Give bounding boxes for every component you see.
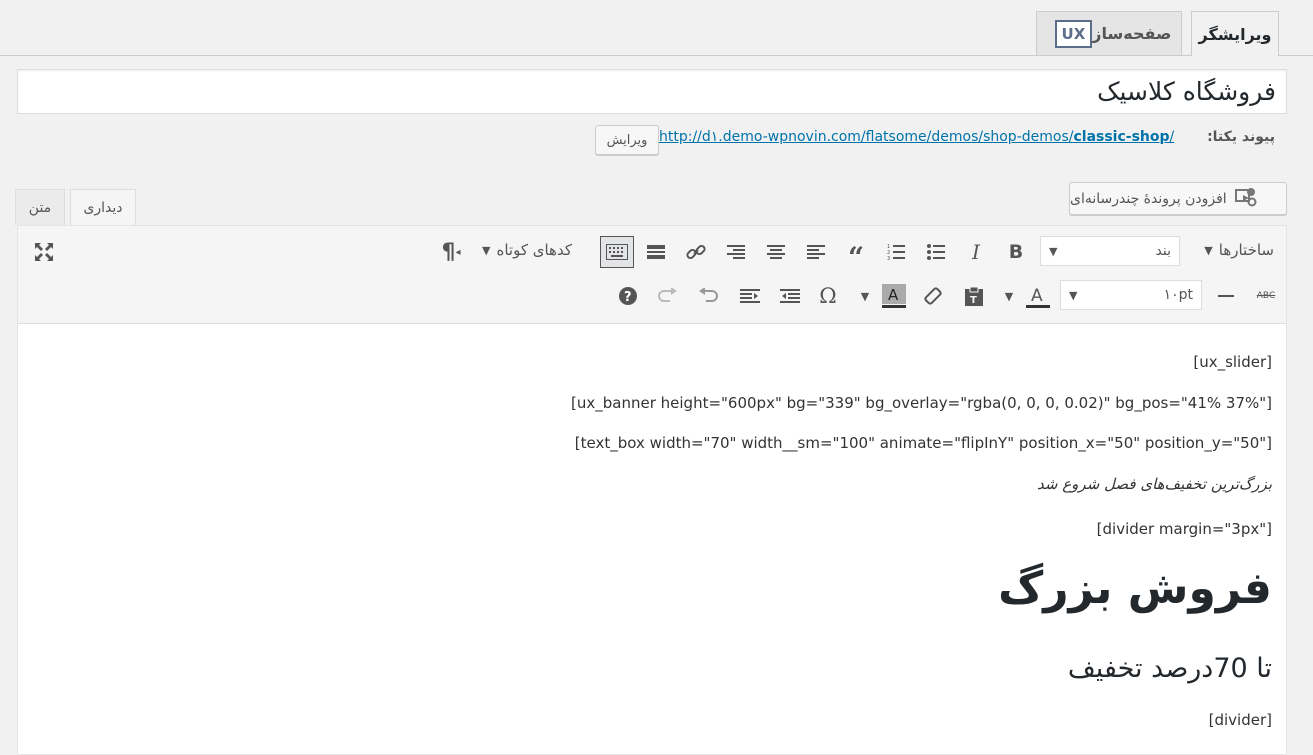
editor-content[interactable]: [ux_slider] [ux_banner height="600px" bg… [18, 323, 1286, 754]
blockquote-icon[interactable]: “ [842, 238, 870, 274]
content-line-textbox: [text_box width="70" width__sm="100" ani… [574, 434, 1272, 452]
formats-label: ساختارها [1218, 241, 1274, 259]
paste-text-icon[interactable]: T [960, 282, 988, 310]
font-size-value: ۱۰pt [1163, 287, 1193, 303]
svg-text:A: A [888, 286, 899, 304]
svg-text:T: T [970, 295, 977, 306]
align-right-icon[interactable] [722, 238, 750, 266]
shortcodes-dropdown[interactable]: کدهای کوتاه ▼ [482, 241, 572, 259]
ux-logo-icon: UX [1054, 19, 1093, 48]
permalink-suffix: / [1169, 129, 1175, 145]
chevron-down-icon: ▼ [1049, 244, 1058, 258]
content-line-divider-margin: [divider margin="3px"] [1096, 520, 1272, 538]
editor-toolbar: ساختارها ▼ بند ▼ B I 123 “ کدهای کوتاه ▼… [18, 226, 1286, 324]
permalink-link[interactable]: http://d۱.demo-wpnovin.com/flatsome/demo… [659, 129, 1174, 145]
align-left-icon[interactable] [802, 238, 830, 266]
bold-icon[interactable]: B [1002, 238, 1030, 266]
formats-dropdown[interactable]: ساختارها ▼ [1204, 241, 1274, 259]
svg-text:A: A [1031, 286, 1043, 306]
background-color-dropdown[interactable]: ▼ [858, 282, 872, 310]
horizontal-line-icon[interactable] [1212, 282, 1240, 310]
undo-icon[interactable] [694, 282, 722, 310]
numbered-list-icon[interactable]: 123 [882, 238, 910, 266]
content-line-divider: [divider] [1208, 711, 1272, 729]
shortcodes-label: کدهای کوتاه [496, 241, 572, 259]
paragraph-select[interactable]: بند ▼ [1040, 236, 1180, 266]
read-more-icon[interactable] [642, 238, 670, 266]
add-media-label: افزودن پروندهٔ چندرسانه‌ای [1070, 190, 1227, 207]
editor-tab-label: ویرایشگر [1198, 24, 1272, 44]
editor: ساختارها ▼ بند ▼ B I 123 “ کدهای کوتاه ▼… [17, 225, 1287, 755]
permalink-url: http://d۱.demo-wpnovin.com/flatsome/demo… [659, 129, 1074, 145]
bullet-list-icon[interactable] [922, 238, 950, 266]
page-builder-label: صفحه‌ساز [1092, 24, 1172, 43]
paragraph-select-value: بند [1155, 243, 1171, 259]
content-line-tagline: بزرگ‌ترین تخفیف‌های فصل شروع شد [1037, 475, 1272, 493]
fullscreen-icon[interactable] [30, 238, 58, 266]
tab-visual[interactable]: دیداری [70, 189, 136, 226]
edit-permalink-button[interactable]: ویرایش [595, 125, 659, 155]
tab-page-builder[interactable]: صفحه‌ساز UX [1036, 11, 1182, 55]
outdent-icon[interactable] [776, 282, 804, 310]
strikethrough-icon[interactable]: ABC [1252, 282, 1280, 310]
special-character-icon[interactable]: Ω [814, 282, 842, 310]
chevron-down-icon: ▼ [1069, 288, 1078, 302]
link-icon[interactable] [682, 238, 710, 266]
paragraph-rtl-icon[interactable]: ¶ ◂ [436, 238, 466, 266]
text-color-dropdown[interactable]: ▼ [1002, 282, 1016, 310]
content-line-slider: [ux_slider] [1193, 353, 1272, 371]
chevron-down-icon: ▼ [1204, 243, 1213, 257]
add-media-button[interactable]: افزودن پروندهٔ چندرسانه‌ای [1069, 182, 1287, 215]
italic-icon[interactable]: I [962, 238, 990, 266]
text-color-icon[interactable]: A [1024, 282, 1052, 310]
tabs-baseline [0, 55, 1313, 56]
align-center-icon[interactable] [762, 238, 790, 266]
post-title-input[interactable]: فروشگاه کلاسیک [17, 69, 1287, 114]
toolbar-toggle-icon[interactable] [600, 236, 634, 268]
media-icon [1234, 187, 1257, 211]
permalink-slug: classic-shop [1073, 129, 1170, 145]
content-subheading: تا 70درصد تخفیف [1067, 653, 1272, 684]
svg-text:?: ? [624, 290, 632, 305]
font-size-select[interactable]: ۱۰pt ▼ [1060, 280, 1202, 310]
tab-editor[interactable]: ویرایشگر [1191, 11, 1279, 56]
redo-icon[interactable] [654, 282, 682, 310]
help-icon[interactable]: ? [614, 282, 642, 310]
clear-formatting-icon[interactable] [920, 282, 948, 310]
indent-icon[interactable] [736, 282, 764, 310]
content-line-banner: [ux_banner height="600px" bg="339" bg_ov… [571, 394, 1272, 412]
content-heading: فروش بزرگ [998, 563, 1272, 614]
permalink-label: پیوند یکتا: [1207, 129, 1275, 145]
svg-text:3: 3 [887, 256, 890, 261]
background-color-icon[interactable]: A [880, 282, 908, 310]
tab-text[interactable]: متن [15, 189, 65, 225]
chevron-down-icon: ▼ [482, 243, 491, 257]
